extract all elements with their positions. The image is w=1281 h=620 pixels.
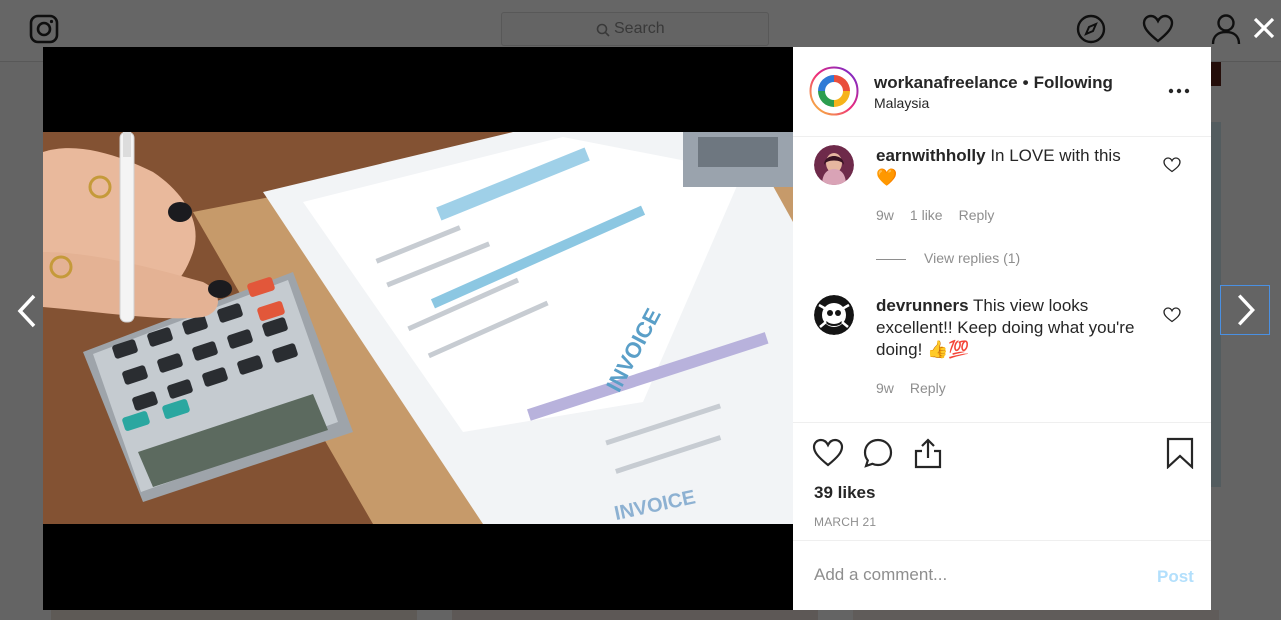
view-replies-button[interactable]: View replies (1): [876, 250, 1020, 266]
comment-time: 9w: [876, 380, 894, 396]
commenter-avatar[interactable]: [814, 295, 854, 335]
next-post-chevron-icon[interactable]: [1220, 285, 1270, 335]
author-avatar[interactable]: [809, 66, 859, 116]
reply-button[interactable]: Reply: [910, 380, 946, 396]
post-modal: INVOICE INVOICE workanafreelance • Follo…: [43, 47, 1211, 610]
post-image: INVOICE INVOICE: [43, 132, 793, 524]
comment-likes-count[interactable]: 1 like: [910, 207, 943, 223]
add-comment-input[interactable]: [814, 565, 1134, 587]
add-comment-bar: Post: [793, 540, 1211, 611]
comment-text: earnwithholly In LOVE with this 🧡: [876, 145, 1151, 189]
comment-body: In LOVE with this: [990, 146, 1121, 165]
comment-meta: 9w 1 like Reply: [876, 207, 1010, 223]
post-actions: 39 likes MARCH 21: [793, 422, 1211, 541]
orange-heart-emoji: 🧡: [876, 168, 898, 187]
commenter-username[interactable]: devrunners: [876, 296, 969, 315]
post-header: workanafreelance • Following Malaysia: [793, 47, 1211, 137]
comment-item: devrunners This view looks excellent!! K…: [793, 287, 1211, 417]
comments-list[interactable]: earnwithholly In LOVE with this 🧡 9w 1 li…: [793, 137, 1211, 422]
comment-meta: 9w Reply: [876, 380, 962, 396]
following-button[interactable]: Following: [1034, 73, 1113, 92]
comment-item: earnwithholly In LOVE with this 🧡 9w 1 li…: [793, 137, 1211, 277]
thumbs-up-hundred-emoji: 👍💯: [927, 340, 970, 359]
commenter-username[interactable]: earnwithholly: [876, 146, 986, 165]
comment-text: devrunners This view looks excellent!! K…: [876, 295, 1151, 361]
like-heart-icon[interactable]: [812, 437, 844, 469]
post-comment-button[interactable]: Post: [1157, 567, 1194, 587]
post-author-line: workanafreelance • Following: [874, 73, 1113, 93]
likes-count[interactable]: 39 likes: [814, 483, 875, 503]
separator-dot: •: [1022, 73, 1029, 92]
author-username[interactable]: workanafreelance: [874, 73, 1018, 92]
replies-divider-line: [876, 258, 906, 260]
reply-button[interactable]: Reply: [959, 207, 995, 223]
comment-time: 9w: [876, 207, 894, 223]
close-icon[interactable]: [1250, 14, 1278, 42]
post-media[interactable]: INVOICE INVOICE: [43, 47, 793, 610]
comment-bubble-icon[interactable]: [862, 437, 894, 469]
comment-like-heart-icon[interactable]: [1163, 307, 1181, 323]
post-sidebar: workanafreelance • Following Malaysia earn: [793, 47, 1211, 610]
commenter-avatar[interactable]: [814, 145, 854, 185]
post-date: MARCH 21: [814, 515, 877, 529]
view-replies-label: View replies (1): [924, 250, 1021, 266]
more-options-icon[interactable]: [1167, 81, 1191, 101]
previous-post-chevron-icon[interactable]: [8, 288, 48, 334]
comment-like-heart-icon[interactable]: [1163, 157, 1181, 173]
post-location[interactable]: Malaysia: [874, 95, 929, 111]
share-icon[interactable]: [912, 437, 944, 469]
save-bookmark-icon[interactable]: [1164, 437, 1196, 469]
